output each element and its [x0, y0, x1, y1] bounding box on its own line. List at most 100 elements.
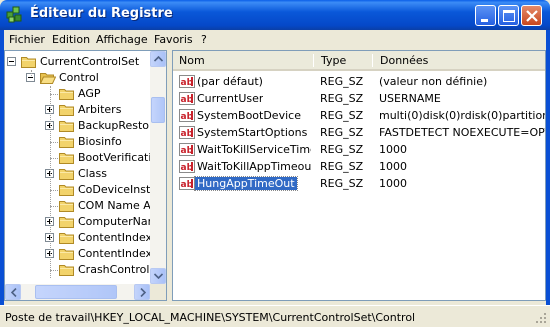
folder-icon: [59, 169, 74, 180]
minimize-button[interactable]: [475, 5, 496, 26]
column-divider[interactable]: [313, 54, 314, 67]
tree-item-label: CrashControl: [78, 263, 150, 276]
tree-connector: [50, 94, 58, 95]
registry-value-row[interactable]: ab SystemBootDevice REG_SZ multi(0)disk(0)r…: [173, 107, 545, 124]
value-name: SystemBootDevice: [197, 109, 301, 122]
value-data: 1000: [379, 177, 407, 190]
string-value-icon: ab: [179, 126, 195, 139]
string-value-icon: ab: [179, 177, 195, 190]
close-icon: [526, 10, 538, 22]
registry-value-row[interactable]: ab CurrentUser REG_SZ USERNAME: [173, 90, 545, 107]
window-title: Éditeur du Registre: [30, 6, 173, 21]
tree-item-label: COM Name Arl: [78, 199, 159, 212]
resize-grip-icon[interactable]: [535, 312, 547, 324]
folder-icon: [59, 201, 74, 212]
column-header-data[interactable]: Données: [374, 51, 544, 69]
value-name: WaitToKillAppTimeout: [197, 160, 311, 173]
menu-help[interactable]: ?: [201, 33, 207, 46]
tree-scroll-thumb[interactable]: [151, 97, 165, 123]
scroll-down-button[interactable]: [150, 268, 166, 284]
tree-item-label: Control: [59, 71, 99, 84]
registry-value-row[interactable]: ab HungAppTimeOut REG_SZ 1000: [173, 175, 545, 192]
title-bar[interactable]: Éditeur du Registre: [0, 0, 550, 30]
registry-value-row[interactable]: ab SystemStartOptions REG_SZ FASTDETECT NOE…: [173, 124, 545, 141]
chevron-up-icon: [154, 56, 163, 62]
registry-editor-icon: [6, 6, 22, 23]
value-type: REG_SZ: [320, 177, 364, 190]
value-data: USERNAME: [379, 92, 441, 105]
key-tree[interactable]: CurrentControlSet Control AGP Arbiters Backu…: [4, 50, 167, 301]
chevron-right-icon: [140, 288, 146, 297]
registry-value-row[interactable]: ab (par défaut) REG_SZ (valeur non définie): [173, 73, 545, 90]
tree-connector: [50, 142, 58, 143]
folder-icon: [59, 233, 74, 244]
column-divider[interactable]: [372, 54, 373, 67]
tree-connector: [50, 206, 58, 207]
tree-horizontal-scrollbar[interactable]: [5, 284, 150, 300]
status-bar: Poste de travail\HKEY_LOCAL_MACHINE\SYST…: [0, 305, 550, 327]
value-name: (par défaut): [197, 75, 263, 88]
value-type: REG_SZ: [320, 126, 364, 139]
value-name: HungAppTimeOut: [194, 176, 298, 191]
registry-value-row[interactable]: abWaitToKillServiceTime... REG_SZ 1000: [173, 141, 545, 158]
tree-item-label: ComputerNam: [78, 215, 159, 228]
scroll-corner: [150, 284, 166, 300]
registry-value-row[interactable]: ab WaitToKillAppTimeout REG_SZ 1000: [173, 158, 545, 175]
string-value-icon: ab: [179, 160, 195, 173]
folder-icon: [59, 153, 74, 164]
string-value-icon: ab: [179, 92, 195, 105]
tree-item-label: CurrentControlSet: [40, 55, 140, 68]
maximize-button[interactable]: [498, 5, 519, 26]
string-value-icon: ab: [179, 109, 195, 122]
tree-vertical-scrollbar[interactable]: [150, 51, 166, 284]
value-data: 1000: [379, 160, 407, 173]
folder-icon: [59, 137, 74, 148]
open-folder-icon: [40, 73, 56, 84]
value-name: CurrentUser: [197, 92, 264, 105]
folder-icon: [59, 217, 74, 228]
menu-bar: Fichier Edition Affichage Favoris ?: [4, 30, 546, 49]
folder-icon: [59, 185, 74, 196]
folder-icon: [59, 121, 74, 132]
tree-connector: [50, 158, 58, 159]
folder-icon: [59, 265, 74, 276]
folder-icon: [59, 105, 74, 116]
close-button[interactable]: [521, 5, 542, 26]
window-border-right: [546, 30, 550, 327]
column-header-name[interactable]: Nom: [173, 51, 313, 69]
collapse-icon[interactable]: [7, 57, 16, 66]
chevron-left-icon: [11, 288, 17, 297]
value-data: 1000: [379, 143, 407, 156]
value-type: REG_SZ: [320, 109, 364, 122]
scroll-right-button[interactable]: [134, 284, 150, 300]
value-name: WaitToKillServiceTime...: [197, 143, 311, 156]
tree-item-label: AGP: [78, 87, 101, 100]
value-data: FASTDETECT NOEXECUTE=OPTIN: [379, 126, 545, 139]
folder-icon: [59, 89, 74, 100]
value-type: REG_SZ: [320, 92, 364, 105]
value-name: SystemStartOptions: [197, 126, 308, 139]
folder-icon: [21, 57, 36, 68]
value-data: multi(0)disk(0)rdisk(0)partition(1): [379, 109, 545, 122]
tree-hscroll-thumb[interactable]: [35, 285, 117, 299]
value-type: REG_SZ: [320, 75, 364, 88]
value-type: REG_SZ: [320, 143, 364, 156]
menu-favoris[interactable]: Favoris: [154, 33, 193, 46]
tree-item-label: Class: [78, 167, 107, 180]
tree-item-label: CoDeviceInsta: [78, 183, 158, 196]
menu-edition[interactable]: Edition: [52, 33, 90, 46]
menu-affichage[interactable]: Affichage: [96, 33, 148, 46]
tree-guide-line: [31, 70, 32, 76]
scroll-up-button[interactable]: [150, 51, 166, 67]
tree-item-label: Arbiters: [78, 103, 122, 116]
tree-guide-line: [50, 86, 51, 278]
tree-connector: [50, 270, 58, 271]
scroll-left-button[interactable]: [5, 284, 21, 300]
menu-fichier[interactable]: Fichier: [9, 33, 45, 46]
string-value-icon: ab: [179, 143, 195, 156]
column-header-type[interactable]: Type: [315, 51, 373, 69]
maximize-icon: [503, 10, 515, 22]
tree-item-label: ContentIndex: [78, 231, 153, 244]
values-list[interactable]: Nom Type Données ab (par défaut) REG_SZ (va…: [172, 50, 546, 301]
tree-connector: [50, 190, 58, 191]
